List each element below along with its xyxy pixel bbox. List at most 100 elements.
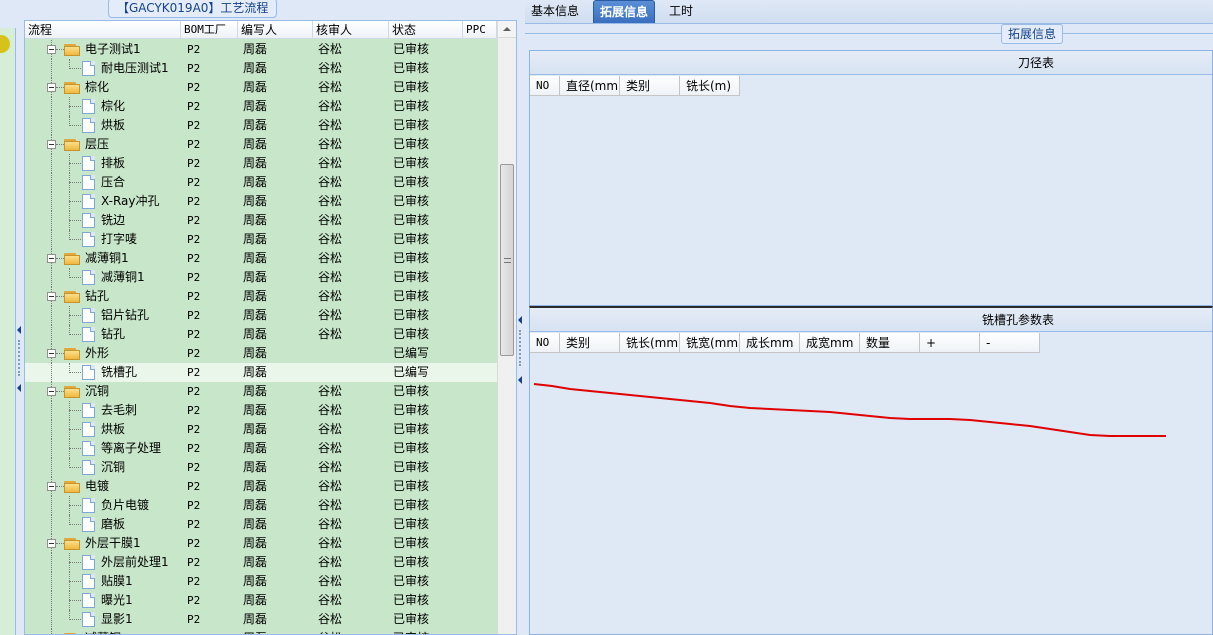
tree-folder-row[interactable]: 层压 P2 周磊 谷松 已审核 <box>25 135 497 154</box>
tree-folder-row[interactable]: 棕化 P2 周磊 谷松 已审核 <box>25 78 497 97</box>
collapse-left-icon[interactable] <box>17 326 21 334</box>
tree-folder-row[interactable]: 外形 P2 周磊 已编写 <box>25 344 497 363</box>
tree-step-row[interactable]: 等离子处理 P2 周磊 谷松 已审核 <box>25 439 497 458</box>
tree-step-row[interactable]: 磨板 P2 周磊 谷松 已审核 <box>25 515 497 534</box>
col-header-author[interactable]: 编写人 <box>238 21 313 39</box>
tree-guide-line <box>69 562 81 563</box>
step-name: 打字唛 <box>101 232 138 246</box>
reviewer-cell: 谷松 <box>318 574 343 588</box>
tool-diameter-grid: 刀径表 NO 直径(mm) 类别 铣长(m) <box>529 50 1213 306</box>
bom-cell: P2 <box>187 537 201 550</box>
collapse-icon[interactable] <box>47 140 56 149</box>
status-cell: 已审核 <box>393 232 430 246</box>
status-cell: 已编写 <box>393 365 430 379</box>
tree-step-row[interactable]: 贴膜1 P2 周磊 谷松 已审核 <box>25 572 497 591</box>
tree-step-row[interactable]: 外层前处理1 P2 周磊 谷松 已审核 <box>25 553 497 572</box>
tree-step-row[interactable]: 去毛刺 P2 周磊 谷松 已审核 <box>25 401 497 420</box>
tool-col-category[interactable]: 类别 <box>620 76 680 96</box>
reviewer-cell: 谷松 <box>318 270 343 284</box>
tree-folder-row[interactable]: 减薄铜1 P2 周磊 谷松 已审核 <box>25 249 497 268</box>
tree-step-row[interactable]: 烘板 P2 周磊 谷松 已审核 <box>25 116 497 135</box>
tree-step-row[interactable]: 曝光1 P2 周磊 谷松 已审核 <box>25 591 497 610</box>
collapse-icon[interactable] <box>47 254 56 263</box>
reviewer-cell: 谷松 <box>318 61 343 75</box>
collapse-icon[interactable] <box>47 539 56 548</box>
tab-extension-info[interactable]: 拓展信息 <box>593 0 656 23</box>
tree-guide-line <box>69 334 81 335</box>
bom-cell: P2 <box>187 119 201 132</box>
col-header-status[interactable]: 状态 <box>389 21 463 39</box>
status-cell: 已审核 <box>393 536 430 550</box>
tree-guide-line <box>51 363 52 382</box>
tree-folder-row[interactable]: 减薄铜 P2 周磊谷松已审核 <box>25 629 497 634</box>
left-splitter[interactable] <box>16 0 24 635</box>
tool-col-no[interactable]: NO <box>530 76 560 96</box>
tree-step-row[interactable]: 铣槽孔 P2 周磊 已编写 <box>25 363 497 382</box>
tree-folder-row[interactable]: 电镀 P2 周磊 谷松 已审核 <box>25 477 497 496</box>
status-cell: 已审核 <box>393 156 430 170</box>
author-cell: 周磊 <box>243 232 268 246</box>
tree-step-row[interactable]: 棕化 P2 周磊 谷松 已审核 <box>25 97 497 116</box>
status-cell: 已审核 <box>393 175 430 189</box>
step-name: 磨板 <box>101 517 126 531</box>
tree-folder-row[interactable]: 沉铜 P2 周磊 谷松 已审核 <box>25 382 497 401</box>
document-icon <box>82 156 95 171</box>
tree-body: 电子测试1 P2 周磊 谷松 已审核 耐电压测试1 P2 周磊 谷松 已审核 棕化 P2 周磊 谷松 已审核… <box>25 40 497 634</box>
collapse-icon[interactable] <box>47 349 56 358</box>
reviewer-cell: 谷松 <box>318 422 343 436</box>
col-header-reviewer[interactable]: 核审人 <box>313 21 389 39</box>
status-cell: 已审核 <box>393 593 430 607</box>
tree-step-row[interactable]: 打字唛 P2 周磊 谷松 已审核 <box>25 230 497 249</box>
tree-step-row[interactable]: 钻孔 P2 周磊 谷松 已审核 <box>25 325 497 344</box>
collapse-icon[interactable] <box>47 482 56 491</box>
tool-col-mill-length[interactable]: 铣长(m) <box>680 76 740 96</box>
tree-step-row[interactable]: 沉铜 P2 周磊 谷松 已审核 <box>25 458 497 477</box>
tab-basic-info[interactable]: 基本信息 <box>525 0 585 23</box>
tree-folder-row[interactable]: 电子测试1 P2 周磊 谷松 已审核 <box>25 40 497 59</box>
document-icon <box>82 327 95 342</box>
scroll-up-icon[interactable] <box>498 21 516 38</box>
tree-step-row[interactable]: 负片电镀 P2 周磊 谷松 已审核 <box>25 496 497 515</box>
tree-step-row[interactable]: 耐电压测试1 P2 周磊 谷松 已审核 <box>25 59 497 78</box>
tree-step-row[interactable]: 烘板 P2 周磊 谷松 已审核 <box>25 420 497 439</box>
middle-splitter[interactable] <box>517 0 525 635</box>
document-icon <box>82 517 95 532</box>
collapse-icon[interactable] <box>47 387 56 396</box>
collapse-middle-icon[interactable] <box>518 316 522 324</box>
fieldset-border <box>525 33 1213 34</box>
reviewer-cell <box>318 363 388 382</box>
tree-step-row[interactable]: 压合 P2 周磊 谷松 已审核 <box>25 173 497 192</box>
collapse-icon[interactable] <box>47 45 56 54</box>
col-header-bom[interactable]: BOM工厂 <box>181 21 238 39</box>
tree-step-row[interactable]: 排板 P2 周磊 谷松 已审核 <box>25 154 497 173</box>
bom-cell: P2 <box>187 43 201 56</box>
collapse-icon[interactable] <box>47 292 56 301</box>
tab-work-hours[interactable]: 工时 <box>663 0 699 23</box>
tree-step-row[interactable]: 减薄铜1 P2 周磊 谷松 已审核 <box>25 268 497 287</box>
tree-guide-line <box>56 391 64 392</box>
col-header-ppc[interactable]: PPC <box>463 21 497 39</box>
tree-guide-line <box>51 116 52 135</box>
tool-table-title: 刀径表 <box>530 51 1212 75</box>
tree-folder-row[interactable]: 钻孔 P2 周磊 谷松 已审核 <box>25 287 497 306</box>
bom-cell: P2 <box>187 518 201 531</box>
tool-col-diameter[interactable]: 直径(mm) <box>560 76 620 96</box>
tree-step-row[interactable]: X-Ray冲孔 P2 周磊 谷松 已审核 <box>25 192 497 211</box>
tree-step-row[interactable]: 显影1 P2 周磊 谷松 已审核 <box>25 610 497 629</box>
collapse-middle-icon-2[interactable] <box>518 376 522 384</box>
tree-step-row[interactable]: 铣边 P2 周磊 谷松 已审核 <box>25 211 497 230</box>
reviewer-cell: 谷松 <box>318 479 343 493</box>
tree-guide-line <box>69 524 81 525</box>
col-header-process[interactable]: 流程 <box>25 21 181 39</box>
scroll-thumb[interactable] <box>500 164 514 356</box>
reviewer-cell: 谷松 <box>318 42 343 56</box>
slot-hole-param-grid: 铣槽孔参数表 NO 类别 铣长(mm) 铣宽(mm) 成长mm 成宽mm 数量 … <box>529 306 1213 635</box>
tree-step-row[interactable]: 铝片钻孔 P2 周磊 谷松 已审核 <box>25 306 497 325</box>
collapse-icon[interactable] <box>47 83 56 92</box>
collapse-left-icon-2[interactable] <box>17 384 21 392</box>
tree-guide-line <box>69 277 81 278</box>
status-cell: 已审核 <box>393 61 430 75</box>
author-cell: 周磊 <box>243 213 268 227</box>
tree-folder-row[interactable]: 外层干膜1 P2 周磊 谷松 已审核 <box>25 534 497 553</box>
tree-scrollbar[interactable] <box>497 21 516 634</box>
